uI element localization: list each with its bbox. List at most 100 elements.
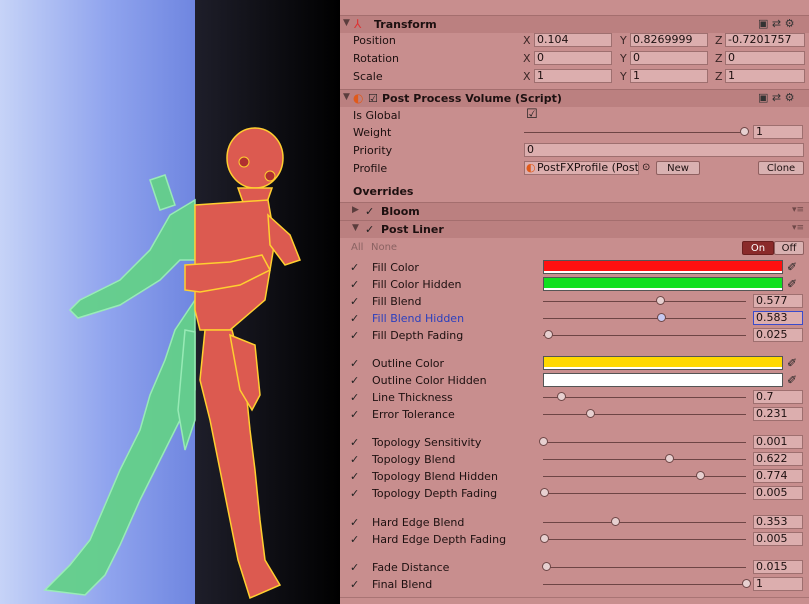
error-tolerance-value-field[interactable]: 0.231 — [753, 407, 803, 421]
override-checkbox[interactable]: ✓ — [350, 578, 362, 591]
preset-icon[interactable]: ⇄ — [772, 17, 781, 30]
position-y-field[interactable]: 0.8269999 — [630, 33, 708, 47]
is-global-checkbox[interactable]: ☑ — [526, 107, 538, 122]
bloom-header[interactable]: ▶ ✓ Bloom ▾≡ — [340, 202, 809, 220]
clone-profile-button[interactable]: Clone — [758, 161, 804, 175]
off-toggle-button[interactable]: Off — [774, 241, 804, 255]
override-checkbox[interactable]: ✓ — [350, 453, 362, 466]
hard-edge-depth-fading-slider-knob[interactable] — [540, 534, 549, 543]
eyedropper-icon[interactable]: ✐ — [787, 260, 801, 274]
rotation-x-field[interactable]: 0 — [534, 51, 612, 65]
scale-y-field[interactable]: 1 — [630, 69, 708, 83]
override-checkbox[interactable]: ✓ — [350, 295, 362, 308]
override-checkbox[interactable]: ✓ — [350, 374, 362, 387]
fill-blend-value-field[interactable]: 0.577 — [753, 294, 803, 308]
fill-depth-fading-slider-track[interactable] — [543, 335, 746, 336]
override-checkbox[interactable]: ✓ — [350, 312, 362, 325]
bloom-enabled-checkbox[interactable]: ✓ — [365, 205, 377, 218]
profile-object-field[interactable]: ◐ PostFXProfile (PostProcessP — [524, 161, 639, 175]
foldout-arrow-icon[interactable]: ▼ — [343, 92, 350, 102]
outline-color-swatch[interactable] — [543, 356, 783, 370]
weight-value-field[interactable]: 1 — [753, 125, 803, 139]
rotation-y-field[interactable]: 0 — [630, 51, 708, 65]
foldout-arrow-icon[interactable]: ▶ — [352, 205, 359, 215]
transform-header[interactable]: ▼ ⅄ Transform ▣ ⇄ ⚙ — [340, 15, 809, 33]
line-thickness-slider-track[interactable] — [543, 397, 746, 398]
hard-edge-blend-slider-knob[interactable] — [610, 517, 620, 526]
outline-color-hidden-swatch[interactable] — [543, 373, 783, 387]
fill-blend-hidden-slider-knob[interactable] — [657, 313, 667, 322]
object-picker-icon[interactable]: ⊙ — [642, 162, 650, 173]
component-menu-icon[interactable]: ▾≡ — [792, 205, 804, 215]
override-checkbox[interactable]: ✓ — [350, 487, 362, 500]
hard-edge-blend-slider-track[interactable] — [543, 522, 746, 523]
topology-blend-hidden-slider-knob[interactable] — [696, 471, 706, 480]
override-checkbox[interactable]: ✓ — [350, 533, 362, 546]
component-menu-icon[interactable]: ▾≡ — [792, 223, 804, 233]
fill-blend-hidden-slider-track[interactable] — [543, 318, 746, 319]
topology-blend-slider-track[interactable] — [543, 459, 746, 460]
foldout-arrow-icon[interactable]: ▼ — [352, 223, 359, 233]
gear-icon[interactable]: ⚙ — [785, 17, 795, 30]
help-icon[interactable]: ▣ — [758, 91, 768, 104]
none-button[interactable]: None — [371, 242, 397, 253]
fill-blend-slider-knob[interactable] — [656, 296, 666, 305]
gear-icon[interactable]: ⚙ — [785, 91, 795, 104]
override-checkbox[interactable]: ✓ — [350, 470, 362, 483]
topology-sensitivity-value-field[interactable]: 0.001 — [753, 435, 803, 449]
fill-depth-fading-value-field[interactable]: 0.025 — [753, 328, 803, 342]
eyedropper-icon[interactable]: ✐ — [787, 356, 801, 370]
override-checkbox[interactable]: ✓ — [350, 408, 362, 421]
new-profile-button[interactable]: New — [656, 161, 700, 175]
header-icons[interactable]: ▣ ⇄ ⚙ — [758, 17, 795, 30]
priority-field[interactable]: 0 — [524, 143, 804, 157]
topology-depth-fading-slider-track[interactable] — [543, 493, 746, 494]
preset-icon[interactable]: ⇄ — [772, 91, 781, 104]
topology-depth-fading-value-field[interactable]: 0.005 — [753, 486, 803, 500]
override-checkbox[interactable]: ✓ — [350, 436, 362, 449]
hard-edge-blend-value-field[interactable]: 0.353 — [753, 515, 803, 529]
weight-slider-track[interactable] — [524, 132, 744, 133]
on-toggle-button[interactable]: On — [742, 241, 774, 255]
hard-edge-depth-fading-value-field[interactable]: 0.005 — [753, 532, 803, 546]
line-thickness-value-field[interactable]: 0.7 — [753, 390, 803, 404]
override-checkbox[interactable]: ✓ — [350, 516, 362, 529]
help-icon[interactable]: ▣ — [758, 17, 768, 30]
fade-distance-slider-knob[interactable] — [542, 562, 552, 571]
scale-z-field[interactable]: 1 — [725, 69, 805, 83]
topology-depth-fading-slider-knob[interactable] — [540, 488, 549, 497]
fill-blend-hidden-value-field[interactable]: 0.583 — [753, 311, 803, 325]
topology-blend-slider-knob[interactable] — [665, 454, 675, 463]
fade-distance-value-field[interactable]: 0.015 — [753, 560, 803, 574]
foldout-arrow-icon[interactable]: ▼ — [343, 18, 350, 28]
position-z-field[interactable]: -0.7201757 — [725, 33, 805, 47]
override-checkbox[interactable]: ✓ — [350, 561, 362, 574]
error-tolerance-slider-track[interactable] — [543, 414, 746, 415]
ppv-header[interactable]: ▼ ◐ ☑ Post Process Volume (Script) ▣ ⇄ ⚙ — [340, 89, 809, 107]
ppv-enabled-checkbox[interactable]: ☑ — [368, 92, 380, 105]
post-liner-header[interactable]: ▼ ✓ Post Liner ▾≡ — [340, 220, 809, 238]
scene-view[interactable] — [0, 0, 340, 604]
hard-edge-depth-fading-slider-track[interactable] — [543, 539, 746, 540]
override-checkbox[interactable]: ✓ — [350, 357, 362, 370]
error-tolerance-slider-knob[interactable] — [585, 409, 595, 418]
override-checkbox[interactable]: ✓ — [350, 329, 362, 342]
override-checkbox[interactable]: ✓ — [350, 278, 362, 291]
override-checkbox[interactable]: ✓ — [350, 261, 362, 274]
all-button[interactable]: All — [351, 242, 363, 253]
weight-slider-knob[interactable] — [740, 127, 749, 136]
fade-distance-slider-track[interactable] — [543, 567, 746, 568]
post-liner-enabled-checkbox[interactable]: ✓ — [365, 223, 377, 236]
scale-x-field[interactable]: 1 — [534, 69, 612, 83]
final-blend-slider-knob[interactable] — [742, 579, 751, 588]
topology-blend-hidden-value-field[interactable]: 0.774 — [753, 469, 803, 483]
position-x-field[interactable]: 0.104 — [534, 33, 612, 47]
fill-depth-fading-slider-knob[interactable] — [544, 330, 554, 339]
fill-blend-slider-track[interactable] — [543, 301, 746, 302]
header-icons[interactable]: ▣ ⇄ ⚙ — [758, 91, 795, 104]
eyedropper-icon[interactable]: ✐ — [787, 277, 801, 291]
override-checkbox[interactable]: ✓ — [350, 391, 362, 404]
topology-sensitivity-slider-knob[interactable] — [539, 437, 549, 446]
fill-color-swatch[interactable] — [543, 260, 783, 274]
final-blend-value-field[interactable]: 1 — [753, 577, 803, 591]
